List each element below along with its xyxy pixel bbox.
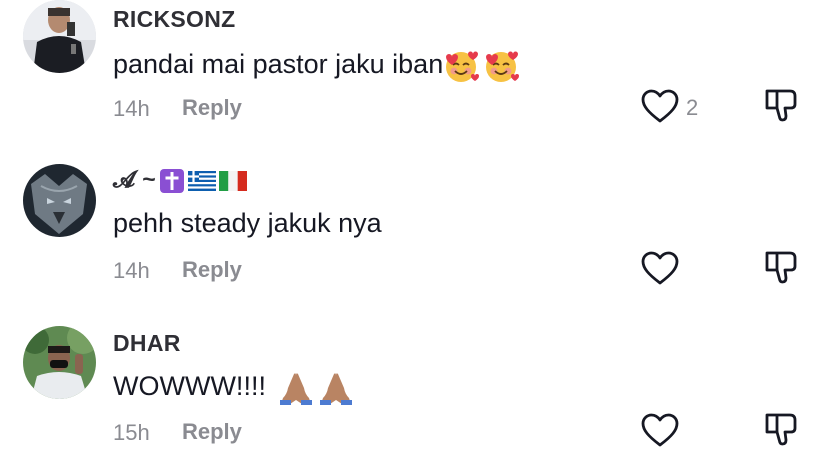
- heart-outline-icon[interactable]: [640, 412, 680, 448]
- like-count: 2: [686, 95, 699, 120]
- comment-timestamp: 15h: [113, 420, 150, 445]
- comment-text-body: pandai mai pastor jaku iban: [113, 49, 444, 80]
- comment-item: 𝓐 ~ pehh steady jakuk nya 14h Reply: [0, 162, 828, 312]
- avatar[interactable]: [23, 164, 96, 237]
- thumbs-down-outline-icon[interactable]: [762, 410, 800, 448]
- comment-text-body: WOWWW!!!!: [113, 371, 266, 402]
- latin-cross-icon: [159, 168, 184, 193]
- comment-text: pehh steady jakuk nya: [113, 208, 382, 238]
- comment-username-text: 𝓐 ~: [113, 166, 156, 192]
- comment-username[interactable]: DHAR: [113, 330, 181, 357]
- comment-username[interactable]: 𝓐 ~: [113, 166, 247, 194]
- heart-outline-icon[interactable]: [640, 88, 680, 124]
- smiling-face-with-hearts-icon: [486, 51, 520, 82]
- comment-text: WOWWW!!!!: [113, 370, 354, 406]
- reply-button[interactable]: Reply: [182, 95, 242, 121]
- comment-username[interactable]: RICKSONZ: [113, 6, 236, 33]
- folded-hands-icon: [319, 373, 352, 405]
- avatar[interactable]: [23, 0, 96, 73]
- avatar-image: [23, 164, 96, 237]
- avatar-image: [23, 326, 96, 399]
- reply-button[interactable]: Reply: [182, 257, 242, 283]
- reply-button[interactable]: Reply: [182, 419, 242, 445]
- smiling-face-with-hearts-icon: [446, 51, 480, 82]
- thumbs-down-outline-icon[interactable]: [762, 248, 800, 286]
- avatar[interactable]: [23, 326, 96, 399]
- heart-outline-icon[interactable]: [640, 250, 680, 286]
- thumbs-down-outline-icon[interactable]: [762, 86, 800, 124]
- comment-text: pandai mai pastor jaku iban: [113, 48, 520, 84]
- comment-timestamp: 14h: [113, 258, 150, 283]
- avatar-image: [23, 0, 96, 73]
- folded-hands-icon: [279, 373, 312, 405]
- comment-item: RICKSONZ pandai mai pastor jaku iban 14h…: [0, 0, 828, 150]
- comment-item: DHAR WOWWW!!!! 15h Reply: [0, 324, 828, 474]
- greece-flag-icon: [187, 170, 216, 191]
- comment-timestamp: 14h: [113, 96, 150, 121]
- italy-flag-icon: [218, 170, 247, 191]
